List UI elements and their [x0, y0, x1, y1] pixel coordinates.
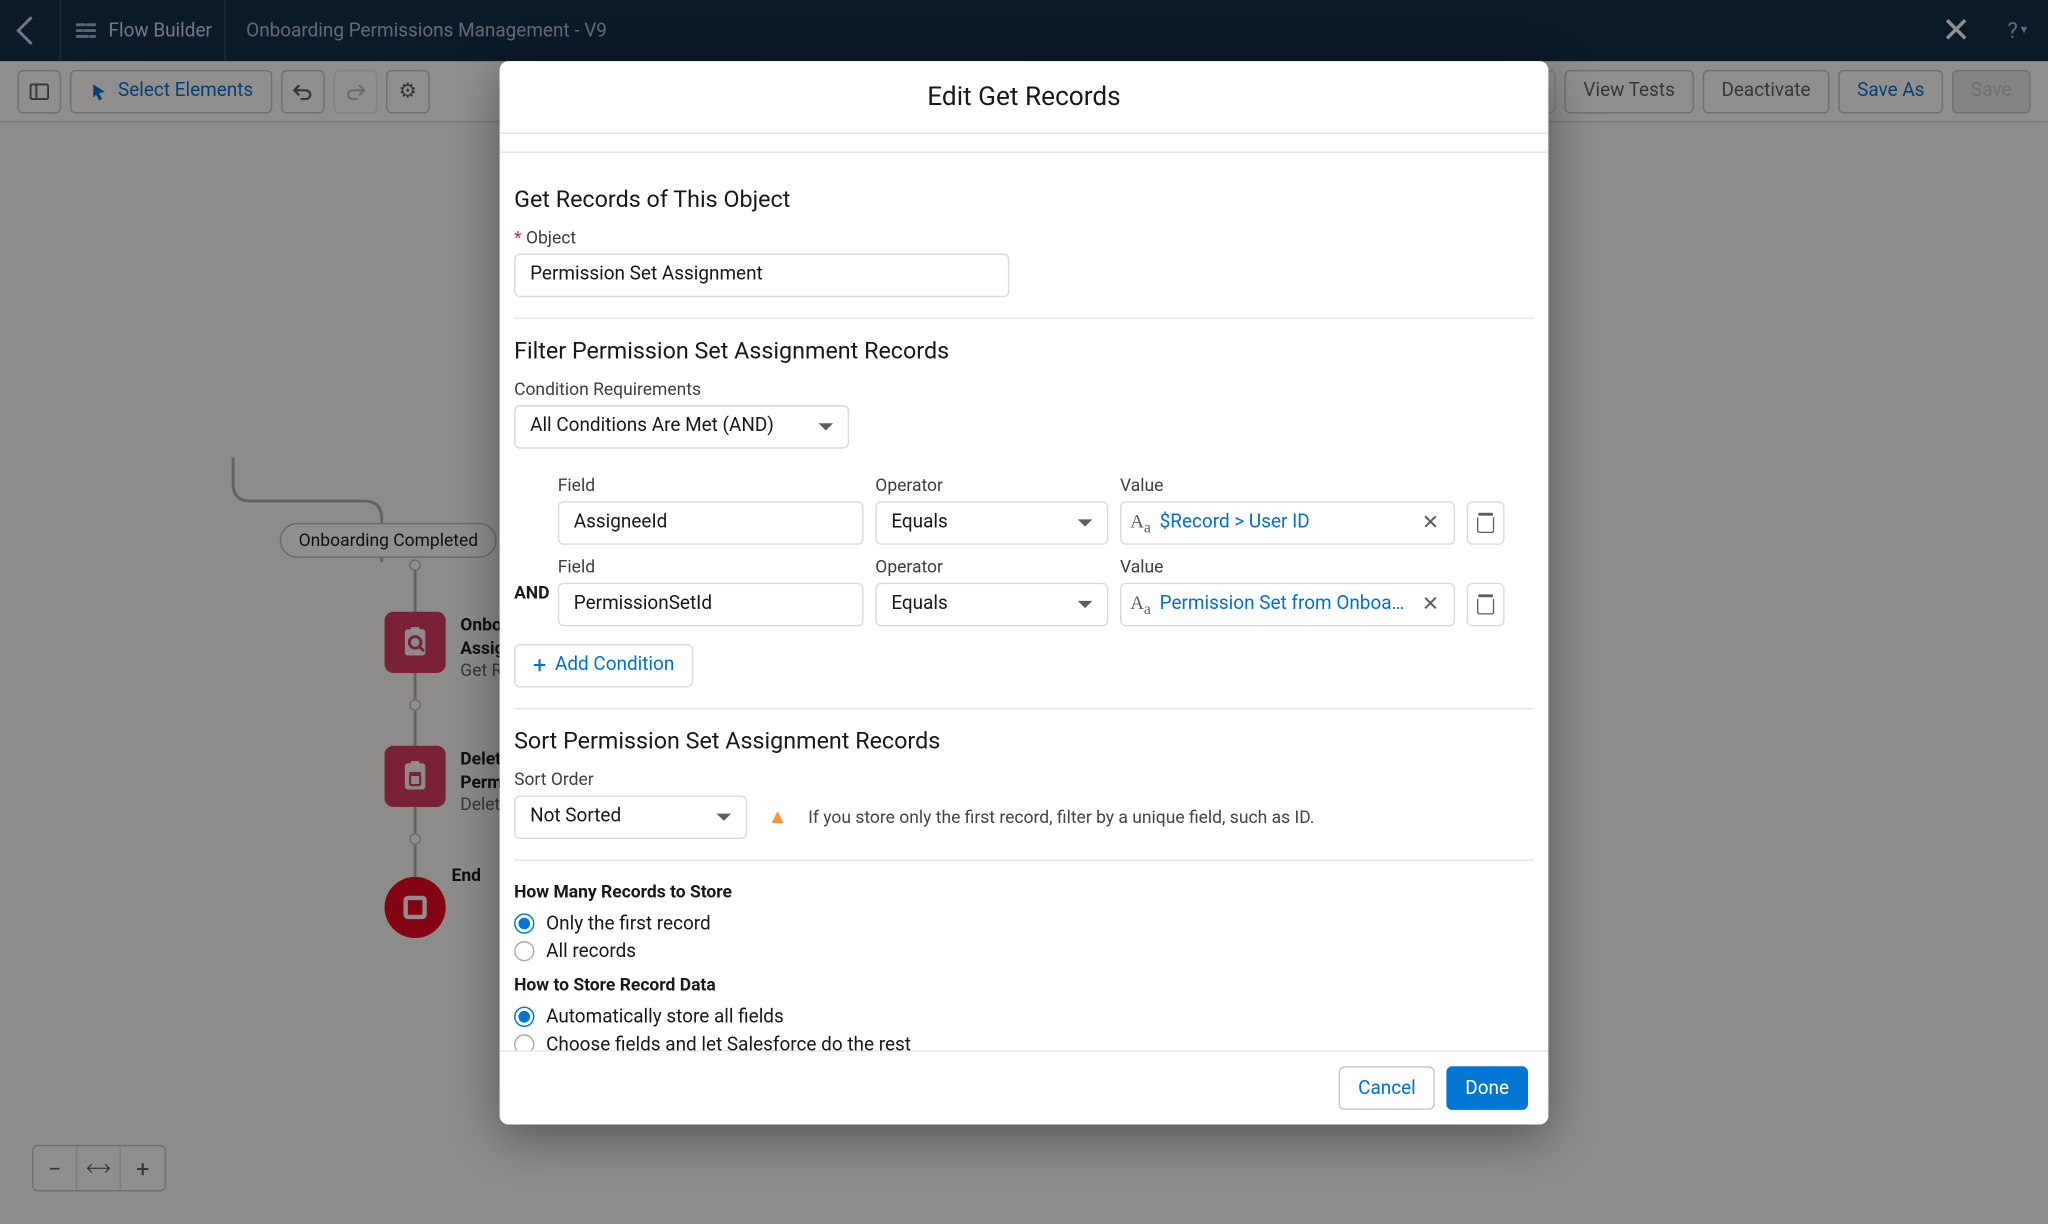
- done-button[interactable]: Done: [1446, 1066, 1528, 1110]
- sort-warning-text: If you store only the first record, filt…: [808, 807, 1314, 827]
- add-condition-button[interactable]: + Add Condition: [514, 644, 693, 688]
- sort-order-label: Sort Order: [514, 769, 1534, 789]
- warning-icon: ▲: [768, 805, 788, 830]
- delete-condition-button[interactable]: [1467, 582, 1505, 626]
- radio-icon: [514, 1007, 534, 1027]
- clear-value-button[interactable]: ✕: [1416, 511, 1445, 534]
- condition-requirements-select[interactable]: All Conditions Are Met (AND): [514, 405, 849, 449]
- and-label: AND: [514, 582, 549, 602]
- condition-operator-select[interactable]: Equals: [875, 501, 1108, 545]
- clear-value-button[interactable]: ✕: [1416, 593, 1445, 616]
- condition-value-input[interactable]: Aa $Record > User ID ✕: [1120, 501, 1455, 545]
- radio-icon: [514, 1035, 534, 1050]
- formula-icon: Aa: [1130, 591, 1151, 618]
- how-store-label: How to Store Record Data: [514, 974, 1534, 994]
- chevron-down-icon: [717, 813, 732, 820]
- condition-field-input[interactable]: PermissionSetId: [558, 582, 864, 626]
- radio-store-choose[interactable]: Choose fields and let Salesforce do the …: [514, 1034, 1534, 1050]
- section-sort-title: Sort Permission Set Assignment Records: [514, 727, 1534, 755]
- field-label: Field: [558, 556, 864, 576]
- formula-icon: Aa: [1130, 509, 1151, 536]
- operator-label: Operator: [875, 556, 1108, 576]
- trash-icon: [1477, 513, 1494, 533]
- radio-all-records[interactable]: All records: [514, 941, 1534, 963]
- trash-icon: [1477, 594, 1494, 614]
- chevron-down-icon: [819, 423, 834, 430]
- field-label: Field: [558, 475, 864, 495]
- section-filter-title: Filter Permission Set Assignment Records: [514, 336, 1534, 364]
- section-object-title: Get Records of This Object: [514, 185, 1534, 213]
- delete-condition-button[interactable]: [1467, 501, 1505, 545]
- value-label: Value: [1120, 556, 1455, 576]
- condition-field-input[interactable]: AssigneeId: [558, 501, 864, 545]
- object-label: Object: [514, 227, 1534, 247]
- modal-title: Edit Get Records: [500, 61, 1549, 134]
- how-many-label: How Many Records to Store: [514, 881, 1534, 901]
- value-label: Value: [1120, 475, 1455, 495]
- radio-store-auto[interactable]: Automatically store all fields: [514, 1006, 1534, 1028]
- operator-label: Operator: [875, 475, 1108, 495]
- radio-only-first[interactable]: Only the first record: [514, 913, 1534, 935]
- chevron-down-icon: [1078, 519, 1093, 526]
- condition-value-input[interactable]: Aa Permission Set from Onboarding_... ✕: [1120, 582, 1455, 626]
- object-input[interactable]: Permission Set Assignment: [514, 253, 1009, 297]
- chevron-down-icon: [1078, 601, 1093, 608]
- modal-overlay: Edit Get Records Get Records of This Obj…: [0, 0, 2048, 1224]
- cond-req-label: Condition Requirements: [514, 379, 1534, 399]
- plus-icon: +: [533, 654, 546, 677]
- radio-icon: [514, 914, 534, 934]
- cancel-button[interactable]: Cancel: [1339, 1066, 1435, 1110]
- condition-operator-select[interactable]: Equals: [875, 582, 1108, 626]
- radio-icon: [514, 942, 534, 962]
- edit-get-records-modal: Edit Get Records Get Records of This Obj…: [500, 61, 1549, 1124]
- sort-order-select[interactable]: Not Sorted: [514, 795, 747, 839]
